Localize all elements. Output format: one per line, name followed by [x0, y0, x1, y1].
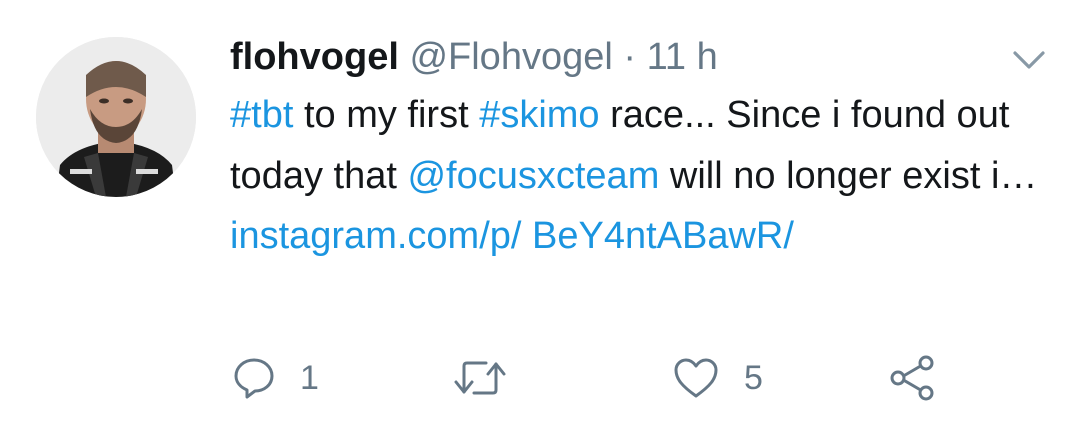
- external-link[interactable]: instagram.com/p/ BeY4ntABawR/: [230, 215, 794, 257]
- share-icon: [888, 355, 938, 401]
- like-button[interactable]: 5: [672, 353, 763, 403]
- avatar[interactable]: [36, 37, 196, 197]
- retweet-button[interactable]: [452, 353, 508, 403]
- mention-link[interactable]: @focusxcteam: [407, 155, 659, 197]
- retweet-icon: [452, 356, 508, 400]
- reply-icon: [232, 356, 276, 400]
- reply-button[interactable]: 1: [232, 353, 319, 403]
- hashtag-link[interactable]: #tbt: [230, 94, 293, 136]
- display-name[interactable]: flohvogel: [230, 36, 399, 78]
- share-button[interactable]: [888, 353, 938, 403]
- tweet-text-part: will no longer exist i…: [669, 154, 1038, 197]
- user-handle[interactable]: @Flohvogel: [409, 36, 612, 78]
- tweet-header: flohvogel @Flohvogel · 11 h: [230, 28, 718, 86]
- reply-count: 1: [300, 358, 319, 397]
- timestamp[interactable]: 11 h: [647, 36, 718, 78]
- heart-icon: [672, 356, 720, 400]
- chevron-down-icon[interactable]: [1012, 47, 1046, 75]
- tweet-actions: 1 5: [0, 345, 1080, 415]
- hashtag-link[interactable]: #skimo: [479, 94, 599, 136]
- like-count: 5: [744, 358, 763, 397]
- tweet-text-part: to my first: [303, 94, 469, 136]
- separator-dot: ·: [623, 36, 637, 78]
- tweet-text: #tbt to my first #skimo race... Since i …: [230, 85, 1050, 267]
